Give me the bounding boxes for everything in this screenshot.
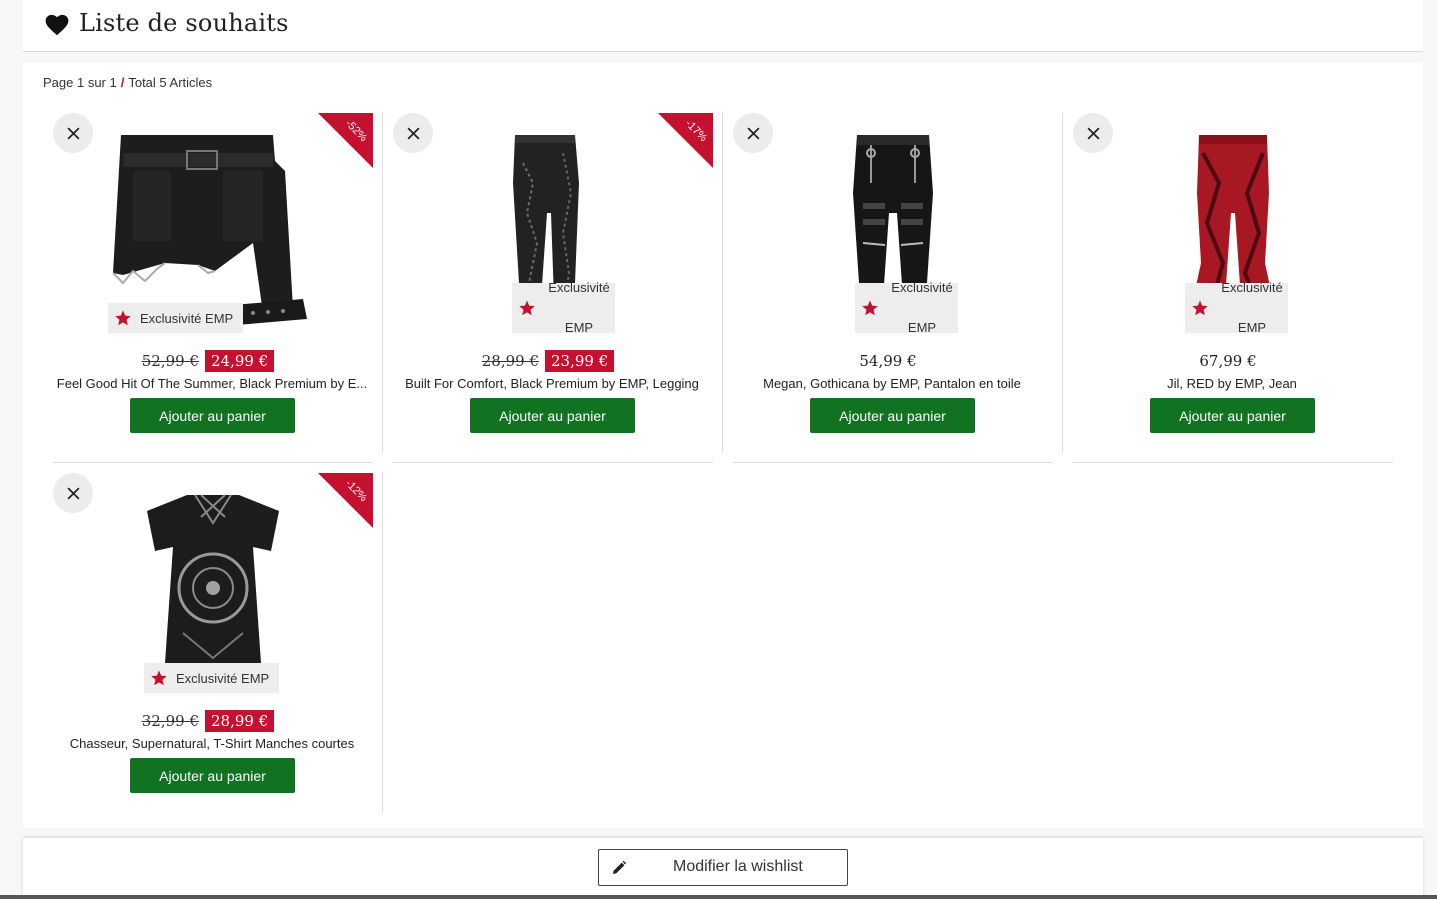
sale-price: 28,99 € <box>205 710 275 732</box>
page-title: Liste de souhaits <box>79 9 289 37</box>
product-card: -17% Exclusivité EMP 28,99 € 23,99 € Buil… <box>383 113 723 463</box>
product-name[interactable]: Feel Good Hit Of The Summer, Black Premi… <box>51 376 373 391</box>
sale-price: 23,99 € <box>545 350 615 372</box>
exclusive-badge: Exclusivité EMP <box>1185 280 1288 335</box>
exclusive-line-2: EMP <box>564 320 594 335</box>
heart-icon <box>45 14 69 36</box>
old-price: 28,99 € <box>481 352 539 370</box>
product-card: -12% Exclusivité EMP 32,99 € 28,99 € Cha… <box>43 473 383 823</box>
exclusive-label: Exclusivité EMP <box>883 278 953 338</box>
product-card: Exclusivité EMP 54,99 € Megan, Gothicana … <box>723 113 1063 463</box>
window-bottom-edge <box>0 895 1437 899</box>
price-row: 54,99 € <box>723 349 1053 373</box>
wishlist-panel: Page 1 sur 1/Total 5 Articles -52% Exclu… <box>23 63 1423 828</box>
remove-item-button[interactable] <box>1073 113 1113 153</box>
card-divider <box>382 473 383 813</box>
product-card: -52% Exclusivité EMP 52,99 € 24,99 € Fee… <box>43 113 383 463</box>
close-icon <box>406 126 420 140</box>
regular-price: 67,99 € <box>1199 352 1257 370</box>
old-price: 52,99 € <box>141 352 199 370</box>
exclusive-line-2: EMP <box>907 320 937 335</box>
exclusive-line-1: Exclusivité <box>1221 280 1283 295</box>
sale-price: 24,99 € <box>205 350 275 372</box>
row-divider <box>53 462 373 463</box>
pencil-icon <box>613 860 627 874</box>
exclusive-badge: Exclusivité EMP <box>512 280 615 335</box>
price-row: 32,99 € 28,99 € <box>43 709 373 733</box>
discount-ribbon: -12% <box>318 473 373 528</box>
remove-item-button[interactable] <box>53 473 93 513</box>
product-image-tshirt <box>147 494 279 663</box>
close-icon <box>746 126 760 140</box>
exclusive-label: Exclusivité EMP <box>1213 278 1283 338</box>
old-price: 32,99 € <box>141 712 199 730</box>
remove-item-button[interactable] <box>393 113 433 153</box>
product-name[interactable]: Jil, RED by EMP, Jean <box>1071 376 1393 391</box>
edit-wishlist-label: Modifier la wishlist <box>673 858 803 875</box>
discount-ribbon: -52% <box>318 113 373 168</box>
add-to-cart-button[interactable]: Ajouter au panier <box>130 758 295 793</box>
exclusive-badge: Exclusivité EMP <box>108 303 244 333</box>
add-to-cart-button[interactable]: Ajouter au panier <box>1150 398 1315 433</box>
product-name[interactable]: Chasseur, Supernatural, T-Shirt Manches … <box>51 736 373 751</box>
remove-item-button[interactable] <box>53 113 93 153</box>
add-to-cart-button[interactable]: Ajouter au panier <box>810 398 975 433</box>
add-to-cart-button[interactable]: Ajouter au panier <box>470 398 635 433</box>
page-text: Page 1 sur 1 <box>43 75 117 90</box>
total-text: Total 5 Articles <box>128 75 213 90</box>
price-row: 28,99 € 23,99 € <box>383 349 713 373</box>
product-card: Exclusivité EMP 67,99 € Jil, RED by EMP, … <box>1063 113 1403 463</box>
exclusive-label: Exclusivité EMP <box>176 670 270 686</box>
page-header: Liste de souhaits <box>23 0 1423 52</box>
exclusive-badge: Exclusivité EMP <box>144 663 280 693</box>
exclusive-line-1: Exclusivité <box>891 280 953 295</box>
star-icon <box>1192 300 1208 316</box>
row-divider <box>393 462 713 463</box>
price-row: 67,99 € <box>1063 349 1393 373</box>
star-icon <box>519 300 535 316</box>
pager-separator: / <box>120 75 125 90</box>
close-icon <box>66 126 80 140</box>
close-icon <box>1086 126 1100 140</box>
exclusive-line-2: EMP <box>1237 320 1267 335</box>
close-icon <box>66 486 80 500</box>
row-divider <box>1073 462 1393 463</box>
price-row: 52,99 € 24,99 € <box>43 349 373 373</box>
exclusive-label: Exclusivité EMP <box>540 278 610 338</box>
product-image-shorts <box>112 135 307 325</box>
exclusive-badge: Exclusivité EMP <box>855 280 958 335</box>
footer-bar: Modifier la wishlist <box>23 838 1423 899</box>
remove-item-button[interactable] <box>733 113 773 153</box>
add-to-cart-button[interactable]: Ajouter au panier <box>130 398 295 433</box>
star-icon <box>115 310 131 326</box>
discount-ribbon: -17% <box>658 113 713 168</box>
exclusive-line-1: Exclusivité <box>548 280 610 295</box>
regular-price: 54,99 € <box>859 352 917 370</box>
edit-wishlist-button[interactable]: Modifier la wishlist <box>598 849 848 886</box>
pagination-info: Page 1 sur 1/Total 5 Articles <box>43 75 212 90</box>
exclusive-label: Exclusivité EMP <box>140 310 234 326</box>
product-name[interactable]: Built For Comfort, Black Premium by EMP,… <box>391 376 713 391</box>
star-icon <box>862 300 878 316</box>
star-icon <box>151 670 167 686</box>
product-name[interactable]: Megan, Gothicana by EMP, Pantalon en toi… <box>731 376 1053 391</box>
row-divider <box>733 462 1053 463</box>
